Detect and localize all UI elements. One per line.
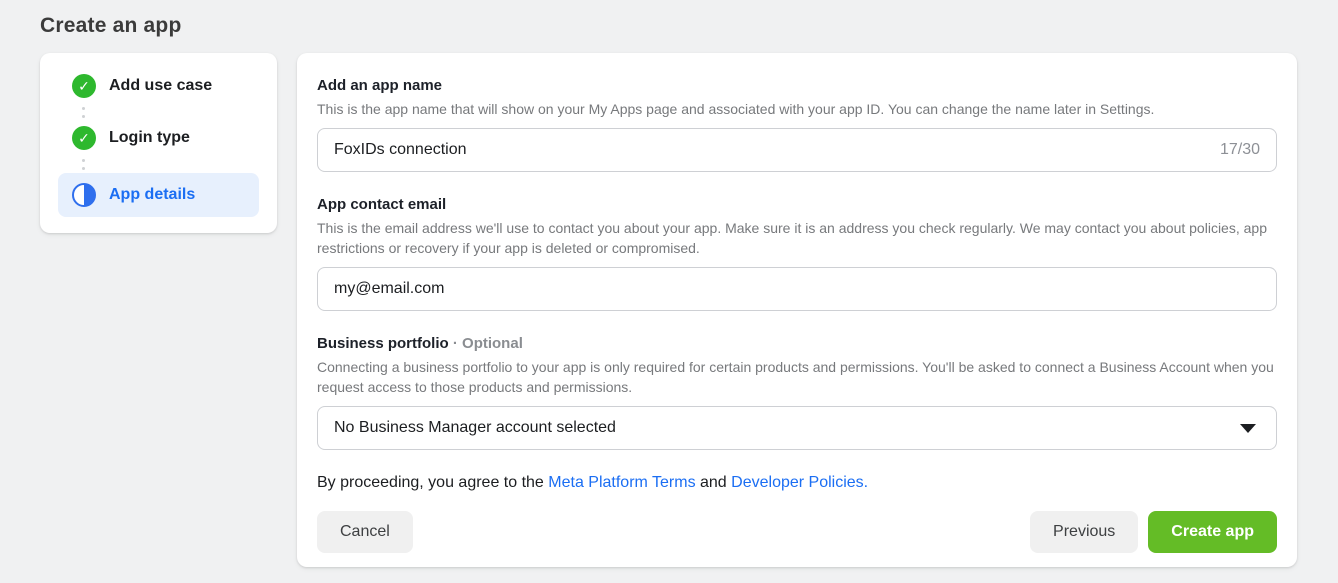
- contact-email-input[interactable]: [334, 280, 1260, 298]
- field-description: This is the email address we'll use to c…: [317, 218, 1277, 258]
- footer-actions: Cancel Previous Create app: [317, 511, 1277, 553]
- field-description: Connecting a business portfolio to your …: [317, 357, 1277, 397]
- form-card: Add an app name This is the app name tha…: [297, 53, 1297, 567]
- step-item-app-details[interactable]: App details: [58, 173, 259, 217]
- content-layout: ✓ Add use case ✓ Login type App details …: [0, 38, 1338, 567]
- step-item-add-use-case[interactable]: ✓ Add use case: [58, 69, 259, 103]
- char-counter: 17/30: [1208, 141, 1260, 159]
- contact-email-section: App contact email This is the email addr…: [317, 196, 1277, 311]
- previous-button[interactable]: Previous: [1030, 511, 1138, 553]
- half-circle-icon: [72, 183, 96, 207]
- stepper: ✓ Add use case ✓ Login type App details: [40, 53, 277, 233]
- separator-dot: ·: [449, 335, 462, 352]
- step-item-login-type[interactable]: ✓ Login type: [58, 121, 259, 155]
- select-value: No Business Manager account selected: [334, 419, 616, 437]
- field-label: Business portfolio · Optional: [317, 335, 1277, 352]
- check-icon: ✓: [72, 74, 96, 98]
- step-label: App details: [109, 186, 195, 204]
- field-label: Add an app name: [317, 77, 1277, 94]
- step-label: Login type: [109, 129, 190, 147]
- optional-badge: Optional: [462, 335, 523, 352]
- terms-prefix: By proceeding, you agree to the: [317, 474, 548, 491]
- field-description: This is the app name that will show on y…: [317, 99, 1277, 119]
- terms-middle: and: [696, 474, 732, 491]
- connector-dots: [58, 103, 259, 121]
- field-label: App contact email: [317, 196, 1277, 213]
- connector-dots: [58, 155, 259, 173]
- business-portfolio-section: Business portfolio · Optional Connecting…: [317, 335, 1277, 450]
- app-name-input[interactable]: [334, 141, 1208, 159]
- footer-right-group: Previous Create app: [1030, 511, 1277, 553]
- meta-platform-terms-link[interactable]: Meta Platform Terms: [548, 474, 695, 491]
- business-portfolio-label: Business portfolio: [317, 335, 449, 352]
- check-icon: ✓: [72, 126, 96, 150]
- create-app-button[interactable]: Create app: [1148, 511, 1277, 553]
- business-portfolio-select[interactable]: No Business Manager account selected: [317, 406, 1277, 450]
- developer-policies-link[interactable]: Developer Policies.: [731, 474, 868, 491]
- cancel-button[interactable]: Cancel: [317, 511, 413, 553]
- app-name-section: Add an app name This is the app name tha…: [317, 77, 1277, 172]
- contact-email-input-shell: [317, 267, 1277, 311]
- chevron-down-icon: [1240, 424, 1256, 433]
- app-name-input-shell: 17/30: [317, 128, 1277, 172]
- page-title: Create an app: [0, 0, 1338, 38]
- terms-text: By proceeding, you agree to the Meta Pla…: [317, 474, 1277, 492]
- step-label: Add use case: [109, 77, 212, 95]
